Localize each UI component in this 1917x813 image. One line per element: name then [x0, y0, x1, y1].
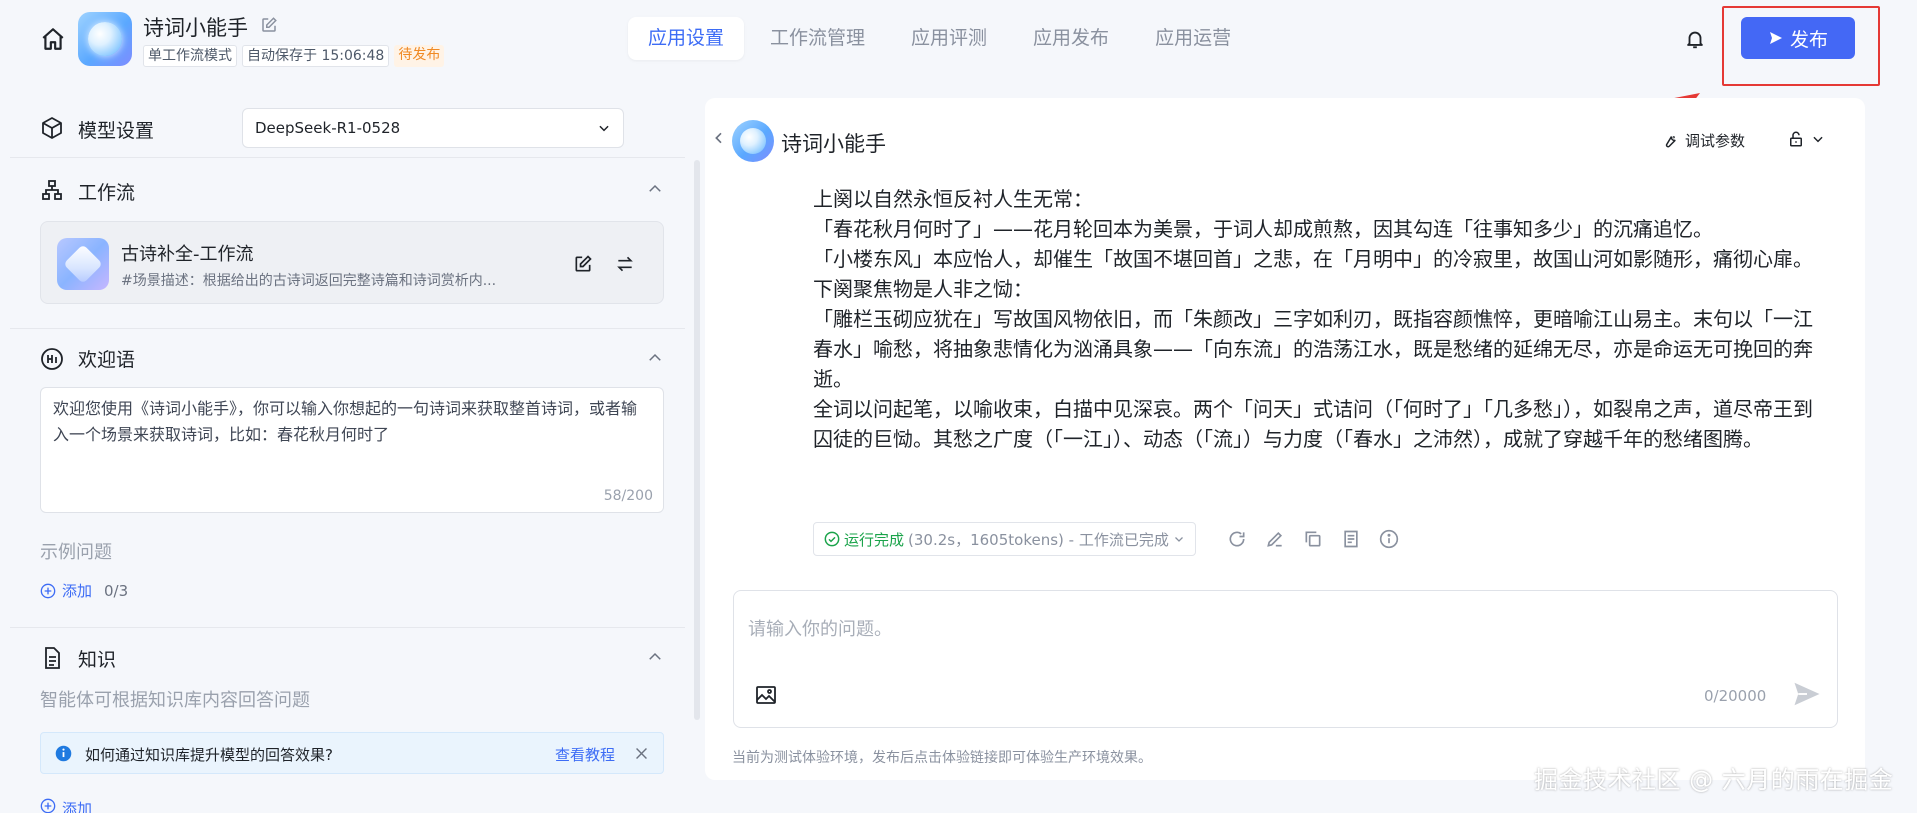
- view-tutorial-link[interactable]: 查看教程: [555, 744, 615, 765]
- info-icon[interactable]: [1379, 529, 1399, 549]
- app-name: 诗词小能手: [143, 16, 248, 40]
- chat-input-placeholder: 请输入你的问题。: [748, 619, 892, 640]
- welcome-textarea[interactable]: 欢迎您使用《诗词小能手》，你可以输入你想起的一句诗词来获取整首诗词，或者输入一个…: [40, 387, 664, 513]
- workflow-card[interactable]: 古诗补全-工作流 #场景描述：根据给出的古诗词返回完整诗篇和诗词赏析内...: [40, 221, 664, 304]
- hi-icon: [40, 347, 64, 371]
- add-example-button[interactable]: 添加 0/3: [40, 580, 128, 601]
- close-icon[interactable]: [633, 745, 650, 762]
- run-status-button[interactable]: 运行完成 (30.2s，1605tokens) - 工作流已完成: [813, 522, 1196, 556]
- char-counter: 58/200: [603, 488, 653, 504]
- bell-icon[interactable]: [1684, 28, 1706, 50]
- watermark: 掘金技术社区 @ 六月的雨在掘金: [1534, 766, 1894, 794]
- share-menu[interactable]: [1787, 130, 1825, 148]
- chevron-down-icon: [1813, 136, 1823, 143]
- welcome-title: 欢迎语: [78, 349, 136, 371]
- bot-avatar: [732, 120, 774, 162]
- home-icon[interactable]: [40, 26, 66, 52]
- edit-icon[interactable]: [573, 254, 593, 274]
- mode-tag: 单工作流模式: [143, 45, 237, 67]
- debug-params-label: 调试参数: [1685, 132, 1746, 150]
- chevron-up-icon[interactable]: [646, 349, 664, 367]
- cube-icon: [40, 116, 64, 140]
- message-line: 下阕聚焦物是人非之恸：: [813, 277, 1033, 301]
- knowledge-desc: 智能体可根据知识库内容回答问题: [40, 690, 310, 711]
- copy-icon[interactable]: [1303, 529, 1323, 549]
- lock-icon: [1790, 131, 1802, 147]
- workflow-item-title: 古诗补全-工作流: [121, 244, 254, 265]
- send-icon[interactable]: [1792, 679, 1822, 709]
- message-actions: [1227, 529, 1399, 549]
- publish-label: 发布: [1789, 28, 1828, 51]
- message-line: 「春花秋月何时了」——花月轮回本为美景，于词人却成煎熬，因其勾连「往事知多少」的…: [813, 217, 1713, 241]
- tab-app-settings[interactable]: 应用设置: [628, 17, 745, 60]
- publish-button[interactable]: 发布: [1741, 17, 1855, 59]
- settings-panel: 模型设置 DeepSeek-R1-0528 工作流 古诗补全-工作流 #场景描述…: [0, 92, 695, 813]
- send-icon: [1769, 32, 1782, 44]
- workflow-title: 工作流: [78, 182, 136, 204]
- model-select[interactable]: DeepSeek-R1-0528: [242, 108, 624, 148]
- plus-circle-icon: [40, 583, 56, 598]
- edit-pen-icon[interactable]: [1265, 529, 1285, 549]
- divider: [10, 328, 685, 329]
- knowledge-tip-bar: 如何通过知识库提升模型的回答效果? 查看教程: [40, 732, 664, 774]
- swap-icon[interactable]: [615, 254, 635, 274]
- debug-params-button[interactable]: 调试参数: [1661, 130, 1745, 151]
- tab-app-publish[interactable]: 应用发布: [1013, 17, 1129, 60]
- tab-app-operations[interactable]: 应用运营: [1135, 17, 1251, 60]
- top-nav-tabs: 应用设置 工作流管理 应用评测 应用发布 应用运营: [628, 17, 1251, 60]
- app-meta-tags: 单工作流模式 自动保存于 15:06:48 待发布: [143, 45, 445, 67]
- message-line: 「雕栏玉砌应犹在」写故国风物依旧，而「朱颜改」三字如利刃，既指容颜憔悴，更暗喻江…: [813, 307, 1813, 391]
- status-badge: 待发布: [394, 45, 445, 67]
- autosave-tag: 自动保存于 15:06:48: [242, 45, 390, 67]
- add-label: 添加: [62, 800, 93, 813]
- chevron-up-icon[interactable]: [646, 180, 664, 198]
- workflow-item-desc: #场景描述：根据给出的古诗词返回完整诗篇和诗词赏析内...: [121, 273, 497, 289]
- examples-count: 0/3: [104, 581, 129, 600]
- info-icon: [55, 745, 72, 762]
- app-logo: [78, 12, 132, 66]
- edit-icon[interactable]: [260, 16, 278, 34]
- chevron-down-icon: [597, 121, 611, 135]
- knowledge-title: 知识: [78, 649, 117, 671]
- refresh-icon[interactable]: [1227, 529, 1247, 549]
- add-label: 添加: [62, 582, 93, 600]
- environment-note: 当前为测试体验环境，发布后点击体验链接即可体验生产环境效果。: [732, 750, 1152, 766]
- message-line: 全词以问起笔，以喻收束，白描中见深哀。两个「问天」式诘问（「何时了」「几多愁」）…: [813, 397, 1813, 451]
- scrollbar[interactable]: [694, 160, 700, 720]
- tab-workflow-management[interactable]: 工作流管理: [750, 17, 885, 60]
- chevron-left-icon[interactable]: [711, 130, 727, 146]
- run-status-detail: (30.2s，1605tokens) - 工作流已完成: [908, 530, 1169, 549]
- plus-circle-icon: [40, 798, 56, 813]
- divider: [10, 627, 685, 628]
- image-icon[interactable]: [754, 683, 778, 707]
- chevron-down-icon: [1174, 537, 1183, 542]
- chevron-up-icon[interactable]: [646, 648, 664, 666]
- document-icon: [40, 646, 64, 670]
- message-line: 「小楼东风」本应怡人，却催生「故国不堪回首」之悲，在「月明中」的冷寂里，故国山河…: [813, 247, 1813, 271]
- model-settings-title: 模型设置: [78, 120, 155, 142]
- tip-text: 如何通过知识库提升模型的回答效果?: [85, 746, 333, 764]
- workflow-icon: [40, 178, 64, 202]
- chat-preview-panel: 诗词小能手 调试参数 上阕以自然永恒反衬人生无常： 「春花秋月何时了」——花月轮…: [705, 98, 1865, 780]
- char-counter: 0/20000: [1704, 687, 1767, 705]
- message-line: 上阕以自然永恒反衬人生无常：: [813, 187, 1093, 211]
- run-status-label: 运行完成: [844, 530, 905, 549]
- chat-input-box[interactable]: 请输入你的问题。 0/20000: [733, 590, 1838, 728]
- workflow-logo: [57, 238, 109, 290]
- check-circle-icon: [824, 531, 840, 547]
- chat-title: 诗词小能手: [781, 132, 886, 156]
- notes-icon[interactable]: [1341, 529, 1361, 549]
- model-select-value: DeepSeek-R1-0528: [255, 119, 401, 137]
- app-header: 诗词小能手 单工作流模式 自动保存于 15:06:48 待发布 应用设置 工作流…: [0, 0, 1917, 86]
- examples-title: 示例问题: [40, 542, 112, 563]
- add-knowledge-button[interactable]: 添加: [40, 798, 92, 813]
- welcome-text: 欢迎您使用《诗词小能手》，你可以输入你想起的一句诗词来获取整首诗词，或者输入一个…: [53, 399, 638, 444]
- bot-message: 上阕以自然永恒反衬人生无常： 「春花秋月何时了」——花月轮回本为美景，于词人却成…: [813, 184, 1813, 454]
- wrench-icon: [1665, 135, 1676, 147]
- divider: [10, 157, 685, 158]
- tab-app-evaluation[interactable]: 应用评测: [891, 17, 1007, 60]
